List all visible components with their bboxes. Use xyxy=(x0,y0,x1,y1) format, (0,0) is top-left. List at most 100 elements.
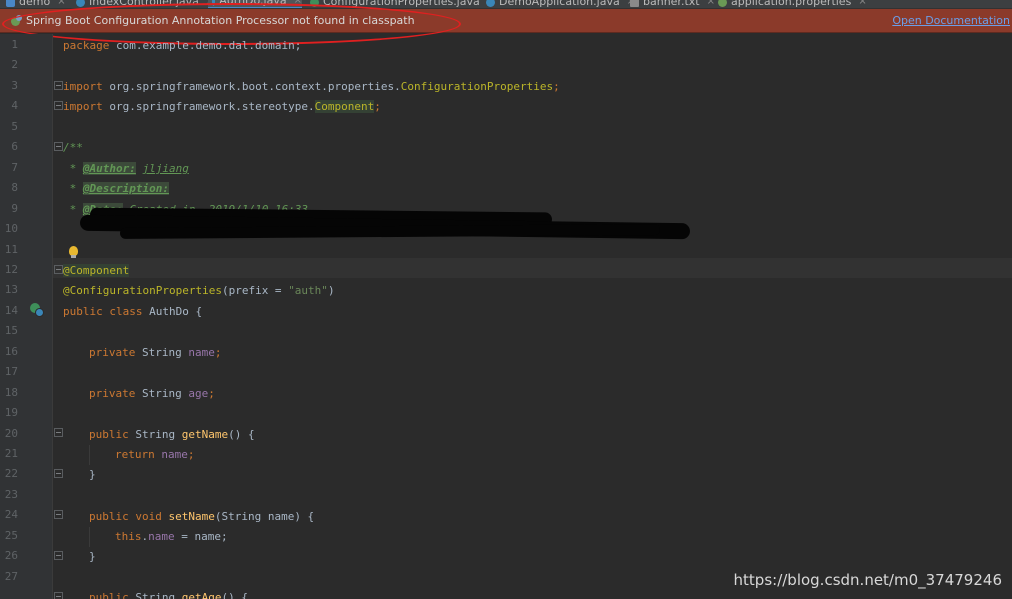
code-line-25: this.name = name; xyxy=(115,527,228,547)
notification-banner: Spring Boot Configuration Annotation Pro… xyxy=(0,9,1012,33)
keyword: private xyxy=(89,387,136,400)
line-number: 7 xyxy=(11,160,18,174)
close-icon[interactable]: × xyxy=(707,0,715,8)
close-icon[interactable]: × xyxy=(294,0,302,8)
line-number: 10 xyxy=(4,222,18,236)
method-params: (String name) { xyxy=(214,510,315,523)
close-icon[interactable]: × xyxy=(858,0,866,8)
line-number: 21 xyxy=(4,447,18,460)
tab-label: AuthDo.java xyxy=(219,0,287,7)
line-number: 15 xyxy=(4,324,18,338)
code-line-14: public class AuthDo { xyxy=(63,302,202,322)
tab-label: demo xyxy=(19,0,51,8)
tab-application-properties[interactable]: application.properties × xyxy=(718,0,867,8)
text-file-icon xyxy=(630,0,639,7)
line-number: 5 xyxy=(11,119,18,133)
type: String xyxy=(135,387,189,400)
import-class: ConfigurationProperties xyxy=(400,80,554,93)
method-name: getName xyxy=(181,428,229,441)
editor-tab-bar: demo × IndexController.java × AuthDo.jav… xyxy=(0,0,1012,9)
code-line-21: return name; xyxy=(115,445,195,465)
open-documentation-link[interactable]: Open Documentation xyxy=(892,14,1010,27)
line-number: 18 xyxy=(4,385,18,399)
banner-message: Spring Boot Configuration Annotation Pro… xyxy=(26,14,415,27)
code-line-13: @ConfigurationProperties(prefix = "auth"… xyxy=(63,281,335,301)
javadoc-star: * xyxy=(63,203,83,216)
code-line-1: package com.example.demo.dal.domain; xyxy=(63,36,301,56)
line-number: 13 xyxy=(4,283,18,297)
keyword: package xyxy=(63,39,110,52)
keyword: import xyxy=(63,100,103,113)
line-number: 25 xyxy=(4,528,18,542)
semicolon: ; xyxy=(187,448,195,461)
code-line-26: } xyxy=(89,547,96,567)
javadoc-tag: @Author: xyxy=(82,162,136,175)
code-line-8: * @Description: xyxy=(63,179,169,199)
method-name: getAge xyxy=(181,591,222,599)
javadoc-tag: @Description: xyxy=(82,182,169,195)
tab-auth-do[interactable]: AuthDo.java × xyxy=(208,0,302,8)
import-class: Component xyxy=(314,100,375,113)
code-line-3: import org.springframework.boot.context.… xyxy=(63,77,560,97)
code-line-6: /** xyxy=(63,138,83,158)
method-name: setName xyxy=(168,510,215,523)
line-number: 1 xyxy=(11,38,18,51)
line-number: 16 xyxy=(4,344,18,358)
line-number: 2 xyxy=(11,58,18,72)
code-line-7: * @Author: jljiang xyxy=(63,159,189,179)
module-icon xyxy=(6,0,15,7)
line-number: 22 xyxy=(4,467,18,481)
closing-brace: } xyxy=(89,550,96,563)
code-line-22: } xyxy=(89,465,96,485)
line-number: 24 xyxy=(4,508,18,522)
keyword: return xyxy=(115,448,155,461)
import-path: org.springframework.stereotype. xyxy=(102,100,315,113)
tab-demo[interactable]: demo × xyxy=(6,0,66,8)
annotation: @Component xyxy=(63,264,130,277)
close-icon[interactable]: × xyxy=(57,0,65,8)
code-editor[interactable]: package com.example.demo.dal.domain; imp… xyxy=(53,34,1012,599)
code-line-12: @Component xyxy=(63,261,130,281)
tab-banner-txt[interactable]: banner.txt × xyxy=(630,0,715,8)
method-params: () { xyxy=(228,428,255,441)
code-line-16: private String name; xyxy=(89,343,221,363)
type: String xyxy=(128,428,182,441)
tab-label: ConfigurationProperties.java xyxy=(323,0,480,8)
code-line-4: import org.springframework.stereotype.Co… xyxy=(63,97,381,117)
line-number: 19 xyxy=(4,406,18,420)
field-name: age xyxy=(188,387,209,400)
line-number: 12 xyxy=(4,262,18,276)
package-name: com.example.demo.dal.domain; xyxy=(109,39,302,52)
semicolon: ; xyxy=(553,80,560,93)
field-name: name xyxy=(161,448,188,461)
line-number: 11 xyxy=(4,242,18,256)
line-number: 17 xyxy=(4,365,18,379)
import-path: org.springframework.boot.context.propert… xyxy=(102,80,401,93)
paren: ) xyxy=(327,284,335,297)
keyword: import xyxy=(63,80,103,93)
annotation-icon xyxy=(310,0,319,7)
tab-configuration-properties[interactable]: ConfigurationProperties.java × xyxy=(310,0,495,8)
code-line-20: public String getName() { xyxy=(89,425,255,445)
spring-icon xyxy=(11,14,23,27)
tab-label: application.properties xyxy=(731,0,852,8)
javadoc-star: * xyxy=(63,162,83,175)
tab-demo-application[interactable]: DemoApplication.java × xyxy=(486,0,635,8)
javadoc-star: * xyxy=(63,182,83,195)
keyword: public class xyxy=(63,305,143,318)
string-literal: "auth" xyxy=(288,284,328,297)
tab-label: DemoApplication.java xyxy=(499,0,620,8)
line-number: 3 xyxy=(11,78,18,92)
spring-bean-icon[interactable] xyxy=(30,303,44,317)
class-icon xyxy=(486,0,495,7)
keyword: this xyxy=(115,530,142,543)
line-number: 23 xyxy=(4,487,18,501)
tab-label: IndexController.java xyxy=(89,0,199,8)
line-number: 6 xyxy=(11,140,18,154)
watermark: https://blog.csdn.net/m0_37479246 xyxy=(733,571,1002,589)
closing-brace: } xyxy=(89,468,96,481)
javadoc-open: /** xyxy=(63,141,83,154)
semicolon: ; xyxy=(214,346,222,359)
tab-index-controller[interactable]: IndexController.java × xyxy=(76,0,214,8)
code-line-24: public void setName(String name) { xyxy=(89,507,314,527)
